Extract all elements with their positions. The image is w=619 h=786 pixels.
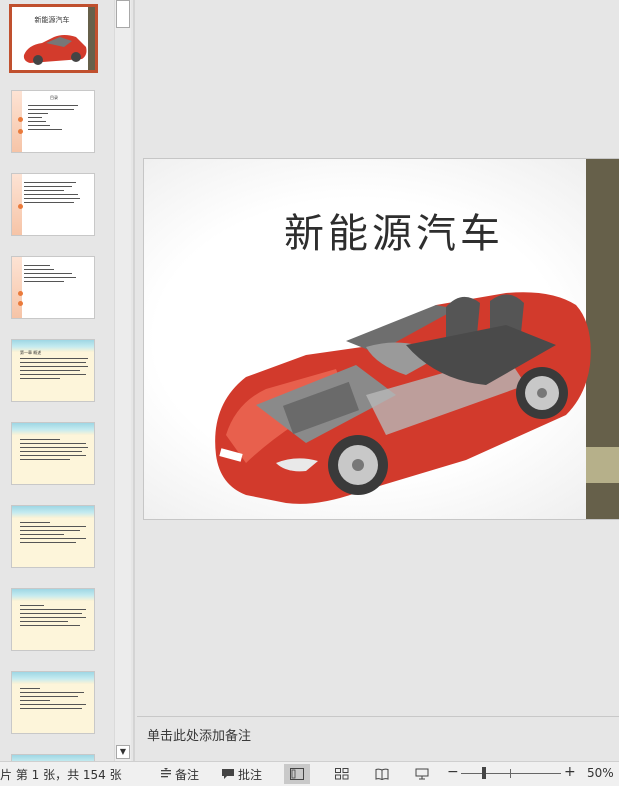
zoom-in-button[interactable]: + [564,764,576,780]
thumb-car-image [23,35,87,65]
thumb-mini-title: 新能源汽车 [34,16,70,24]
thumb-text-lines [20,522,88,546]
zoom-slider-center-mark [510,769,511,778]
thumb-text-lines [20,605,88,629]
thumb-wave-banner [12,506,94,518]
thumb-orange-band [12,257,22,318]
thumb-bullet-dot [18,129,23,134]
slide-sorter-icon [335,768,349,780]
slide-title[interactable]: 新能源汽车 [274,201,514,259]
slide-thumbnail-5[interactable]: 第一章 概述 [11,339,95,402]
scrollbar-thumb[interactable] [116,0,130,28]
thumb-bullet-dot [18,204,23,209]
slide-thumbnail-2[interactable]: 目录 [11,90,95,153]
powerpoint-window: 新能源汽车 目录 第一章 概述 ▼ 新能源汽车 单击此处添加备注 片 第 1 张… [0,0,619,786]
slide-thumbnail-7[interactable] [11,505,95,568]
thumb-text-lines [20,439,88,463]
slide-thumbnail-pane[interactable]: 新能源汽车 目录 第一章 概述 ▼ [0,0,132,761]
slide-thumbnail-9[interactable] [11,671,95,734]
slide-canvas[interactable]: 新能源汽车 [143,158,619,520]
status-bar: 片 第 1 张，共 154 张 备注 批注 − + 50% [0,761,619,786]
comment-icon [222,769,234,779]
slide-thumbnail-3[interactable] [11,173,95,236]
car-cutaway-image[interactable] [206,285,596,517]
thumb-text-lines [28,105,88,133]
slide-counter: 片 第 1 张，共 154 张 [0,768,122,782]
notes-icon [161,768,171,778]
notes-button[interactable]: 备注 [160,765,199,783]
pane-divider[interactable] [133,0,135,761]
thumb-bullet-dot [18,301,23,306]
slide-thumbnail-8[interactable] [11,588,95,651]
thumb-text-lines [20,688,88,712]
slide-thumbnail-6[interactable] [11,422,95,485]
comments-button[interactable]: 批注 [221,765,262,783]
slide-thumbnail-10[interactable] [11,754,95,761]
zoom-level[interactable]: 50% [587,766,614,780]
thumb-wave-banner [12,589,94,601]
zoom-slider-track[interactable] [461,773,561,774]
notes-placeholder[interactable]: 单击此处添加备注 [147,725,251,744]
slide-thumbnail-1[interactable]: 新能源汽车 [9,4,98,73]
thumb-mini-title: 目录 [50,95,58,100]
thumb-wave-banner [12,672,94,684]
scroll-down-arrow-icon[interactable]: ▼ [116,745,130,759]
comments-button-label: 批注 [238,767,263,782]
thumb-bullet-dot [18,117,23,122]
zoom-slider-handle[interactable] [482,767,486,779]
reading-view-button[interactable] [369,764,395,784]
thumbnail-scrollbar[interactable]: ▼ [114,0,131,761]
notes-pane[interactable]: 单击此处添加备注 [137,717,619,761]
slide-sorter-view-button[interactable] [329,764,355,784]
thumb-text-lines [24,182,88,206]
reading-view-icon [375,768,389,780]
thumb-wave-banner [12,423,94,435]
thumb-mini-title: 第一章 概述 [20,350,42,355]
thumb-text-lines [20,358,88,382]
zoom-out-button[interactable]: − [447,764,459,780]
thumb-text-lines [24,265,88,285]
thumb-bullet-dot [18,291,23,296]
notes-button-label: 备注 [175,767,200,782]
normal-view-button[interactable] [284,764,310,784]
slide-thumbnail-4[interactable] [11,256,95,319]
slideshow-button[interactable] [409,764,435,784]
slideshow-icon [415,768,429,780]
normal-view-icon [290,768,304,780]
